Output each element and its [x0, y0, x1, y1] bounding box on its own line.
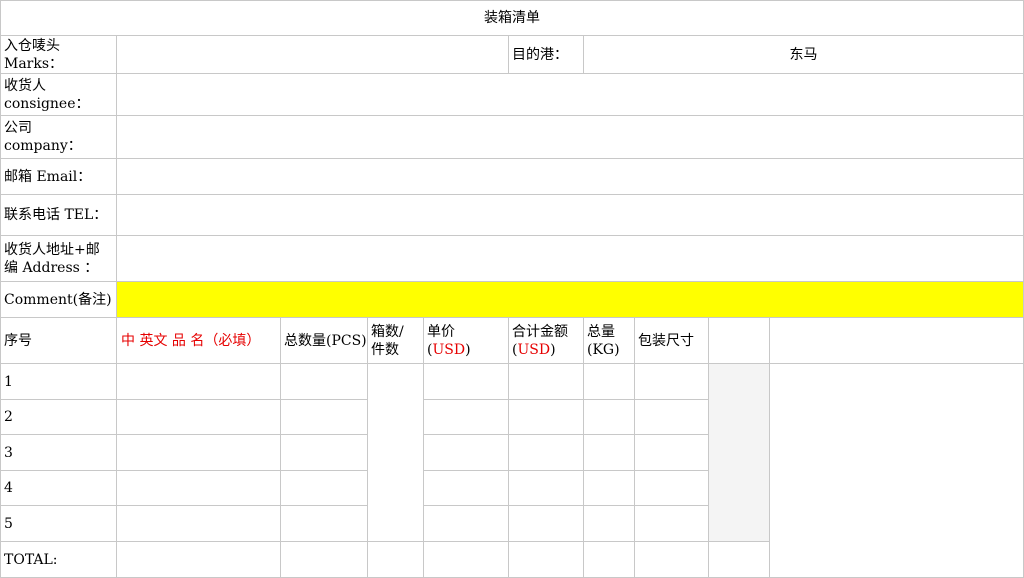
company-label-en: company： — [4, 138, 82, 154]
header-empty-1 — [709, 318, 770, 364]
header-package-size: 包装尺寸 — [635, 318, 709, 364]
row-product-name[interactable] — [117, 400, 281, 435]
row-unit-price[interactable] — [424, 435, 509, 471]
row-package-size[interactable] — [635, 471, 709, 506]
marks-label-en: Marks： — [4, 55, 64, 72]
right-merged-cell[interactable] — [770, 364, 1024, 578]
consignee-label-cn: 收货人 — [4, 77, 46, 94]
marks-label: 入仓唛头 Marks： — [0, 36, 117, 74]
comment-label: Comment(备注) — [0, 282, 117, 318]
total-unit-price[interactable] — [424, 542, 509, 578]
row-package-size[interactable] — [635, 400, 709, 435]
row-total-qty[interactable] — [281, 471, 368, 506]
row-product-name[interactable] — [117, 471, 281, 506]
header-empty-2 — [770, 318, 1024, 364]
total-label: TOTAL: — [0, 542, 117, 578]
row-gross-weight[interactable] — [584, 400, 635, 435]
tel-field[interactable] — [117, 195, 1024, 236]
currency-usd: USD — [517, 341, 551, 358]
row-gross-weight[interactable] — [584, 471, 635, 506]
row-product-name[interactable] — [117, 364, 281, 400]
row-package-size[interactable] — [635, 364, 709, 400]
total-amount[interactable] — [509, 542, 584, 578]
row-total-amount[interactable] — [509, 471, 584, 506]
boxes-merged-cell[interactable] — [368, 364, 424, 542]
header-boxes-line1: 箱数/ — [371, 323, 404, 340]
table-row-seq: 1 — [0, 364, 117, 400]
total-size[interactable] — [635, 542, 709, 578]
header-boxes-line2: 件数 — [371, 341, 399, 358]
row-total-amount[interactable] — [509, 364, 584, 400]
header-unit-price-line2: (USD) — [427, 341, 471, 359]
total-weight[interactable] — [584, 542, 635, 578]
port-value[interactable]: 东马 — [584, 36, 1024, 74]
row-total-qty[interactable] — [281, 435, 368, 471]
company-label-cn: 公司 — [4, 120, 32, 136]
row-unit-price[interactable] — [424, 364, 509, 400]
row-unit-price[interactable] — [424, 471, 509, 506]
table-row-seq: 3 — [0, 435, 117, 471]
consignee-label: 收货人 consignee： — [0, 74, 117, 116]
total-qty[interactable] — [281, 542, 368, 578]
table-row-seq: 2 — [0, 400, 117, 435]
email-label: 邮箱 Email： — [0, 159, 117, 195]
grey-merged-cell[interactable] — [709, 364, 770, 542]
consignee-field[interactable] — [117, 74, 1024, 116]
row-gross-weight[interactable] — [584, 506, 635, 542]
row-gross-weight[interactable] — [584, 435, 635, 471]
paren-close: ) — [465, 341, 471, 358]
header-total-amount-line2: (USD) — [512, 341, 556, 359]
header-gross-weight-line1: 总量 — [587, 323, 615, 340]
address-label-line1: 收货人地址+邮 — [4, 241, 100, 258]
header-total-amount-line1: 合计金额 — [512, 323, 568, 340]
email-field[interactable] — [117, 159, 1024, 195]
tel-label: 联系电话 TEL： — [0, 195, 117, 236]
packing-list-sheet: 装箱清单 入仓唛头 Marks： 目的港： 东马 收货人 consignee： … — [0, 0, 1024, 578]
row-total-amount[interactable] — [509, 506, 584, 542]
header-boxes: 箱数/ 件数 — [368, 318, 424, 364]
header-product-name: 中 英文 品 名（必填） — [117, 318, 281, 364]
paren-close: ) — [550, 341, 556, 358]
address-label-line2: 编 Address ： — [4, 259, 99, 276]
row-product-name[interactable] — [117, 435, 281, 471]
header-unit-price-line1: 单价 — [427, 323, 455, 340]
address-field[interactable] — [117, 236, 1024, 282]
row-total-amount[interactable] — [509, 435, 584, 471]
header-total-qty: 总数量(PCS) — [281, 318, 368, 364]
total-extra[interactable] — [709, 542, 770, 578]
sheet-title: 装箱清单 — [0, 0, 1024, 36]
header-seq: 序号 — [0, 318, 117, 364]
port-label: 目的港： — [509, 36, 584, 74]
row-package-size[interactable] — [635, 435, 709, 471]
marks-label-cn: 入仓唛头 — [4, 37, 60, 54]
row-unit-price[interactable] — [424, 400, 509, 435]
address-label: 收货人地址+邮 编 Address ： — [0, 236, 117, 282]
row-total-qty[interactable] — [281, 400, 368, 435]
header-total-amount: 合计金额 (USD) — [509, 318, 584, 364]
row-total-amount[interactable] — [509, 400, 584, 435]
row-gross-weight[interactable] — [584, 364, 635, 400]
row-total-qty[interactable] — [281, 364, 368, 400]
row-package-size[interactable] — [635, 506, 709, 542]
table-row-seq: 5 — [0, 506, 117, 542]
comment-field[interactable] — [117, 282, 1024, 318]
currency-usd: USD — [432, 341, 466, 358]
row-total-qty[interactable] — [281, 506, 368, 542]
consignee-label-en: consignee： — [4, 95, 90, 112]
header-gross-weight: 总量 (KG) — [584, 318, 635, 364]
total-boxes[interactable] — [368, 542, 424, 578]
header-unit-price: 单价 (USD) — [424, 318, 509, 364]
table-row-seq: 4 — [0, 471, 117, 506]
row-unit-price[interactable] — [424, 506, 509, 542]
marks-field[interactable] — [117, 36, 509, 74]
company-field[interactable] — [117, 116, 1024, 159]
header-gross-weight-line2: (KG) — [587, 341, 620, 358]
company-label: 公司 company： — [0, 116, 117, 159]
row-product-name[interactable] — [117, 506, 281, 542]
total-name[interactable] — [117, 542, 281, 578]
